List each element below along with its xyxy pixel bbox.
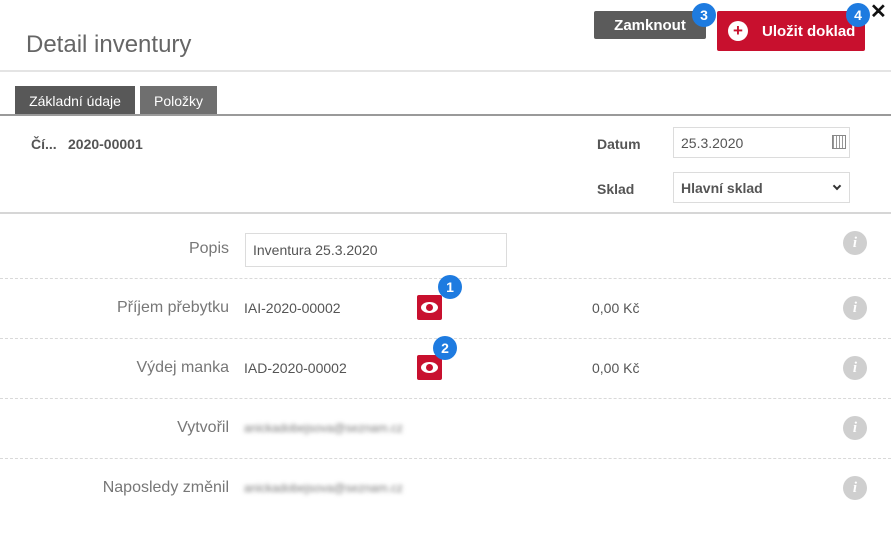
surplus-receipt-amount: 0,00 Kč — [592, 300, 640, 316]
eye-icon-pupil — [426, 364, 433, 371]
description-label: Popis — [188, 240, 229, 257]
warehouse-label: Sklad — [597, 181, 635, 197]
description-field[interactable]: Inventura 25.3.2020 — [245, 233, 507, 267]
section-divider — [0, 212, 891, 214]
info-icon[interactable]: i — [843, 356, 867, 380]
lock-button[interactable]: Zamknout — [594, 11, 706, 39]
eye-icon[interactable] — [417, 295, 442, 320]
warehouse-select-value: Hlavní sklad — [681, 179, 763, 196]
close-icon[interactable]: ✕ — [870, 2, 887, 22]
shortage-issue-label: Výdej manka — [136, 359, 230, 376]
document-number-value: 2020-00001 — [68, 136, 143, 152]
eye-icon-white — [421, 362, 438, 373]
date-field-value: 25.3.2020 — [681, 134, 744, 151]
callout-badge-4: 4 — [846, 3, 870, 27]
shortage-issue-value: IAD-2020-00002 — [244, 360, 347, 376]
row-divider — [0, 458, 891, 459]
last-modified-by-label: Naposledy změnil — [102, 479, 229, 496]
tabs-divider — [0, 114, 891, 116]
callout-badge-1: 1 — [438, 275, 462, 299]
page-title: Detail inventury — [26, 31, 192, 58]
date-label: Datum — [597, 136, 641, 152]
lock-button-label: Zamknout — [614, 16, 686, 34]
tab-items-label: Položky — [153, 92, 204, 109]
eye-icon[interactable] — [417, 355, 442, 380]
created-by-label: Vytvořil — [177, 419, 229, 436]
calendar-icon[interactable] — [832, 135, 846, 149]
description-field-value: Inventura 25.3.2020 — [253, 242, 378, 258]
surplus-receipt-value: IAI-2020-00002 — [244, 300, 341, 316]
tab-basic-info[interactable]: Základní údaje — [15, 86, 135, 115]
date-field[interactable]: 25.3.2020 — [673, 127, 850, 158]
info-icon[interactable]: i — [843, 231, 867, 255]
callout-badge-3: 3 — [692, 3, 716, 27]
callout-badge-2: 2 — [433, 336, 457, 360]
save-button[interactable]: + Uložit doklad — [717, 11, 865, 51]
plus-icon: + — [728, 21, 748, 41]
tab-items[interactable]: Položky — [140, 86, 217, 115]
last-modified-by-value: anickadobejsova@seznam.cz — [244, 481, 403, 495]
document-number-label: Čí... — [31, 136, 57, 152]
save-button-label: Uložit doklad — [762, 22, 856, 40]
header-divider — [0, 70, 891, 72]
eye-icon-pupil — [426, 304, 433, 311]
info-icon[interactable]: i — [843, 416, 867, 440]
shortage-issue-amount: 0,00 Kč — [592, 360, 640, 376]
warehouse-select[interactable]: Hlavní sklad — [673, 172, 850, 203]
created-by-value: anickadobejsova@seznam.cz — [244, 421, 403, 435]
eye-icon-white — [421, 302, 438, 313]
surplus-receipt-label: Příjem přebytku — [116, 299, 229, 316]
info-icon[interactable]: i — [843, 476, 867, 500]
info-icon[interactable]: i — [843, 296, 867, 320]
chevron-down-icon — [832, 181, 842, 191]
tab-basic-info-label: Základní údaje — [29, 92, 121, 109]
row-divider — [0, 398, 891, 399]
